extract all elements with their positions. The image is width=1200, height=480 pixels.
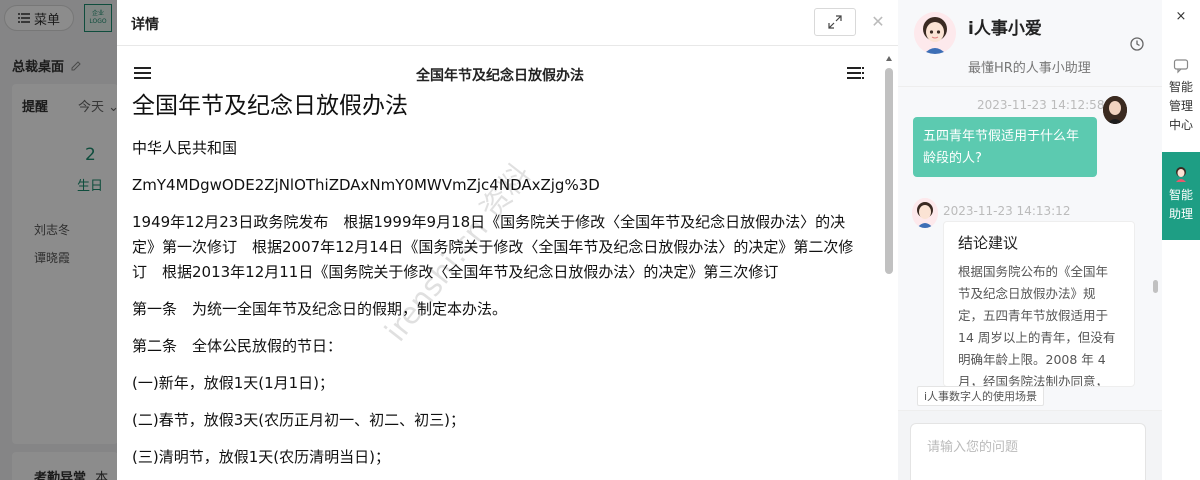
document-scrollbar[interactable] xyxy=(885,56,894,480)
scrollbar-thumb[interactable] xyxy=(885,68,893,274)
document-toolbar: 全国年节及纪念日放假办法 xyxy=(117,57,887,91)
rail-item-smart-management[interactable]: 智能管理中心 xyxy=(1162,56,1200,136)
close-icon: ✕ xyxy=(871,11,885,31)
modal-title: 详情 xyxy=(131,17,159,33)
bot-answer-card[interactable]: 结论建议 根据国务院公布的《全国年节及纪念日放假办法》规定，五四青年节放假适用于… xyxy=(943,221,1135,387)
document-paragraph: 中华人民共和国 xyxy=(132,138,238,157)
right-rail: × 智能管理中心 智能助理 xyxy=(1162,0,1200,480)
history-icon[interactable] xyxy=(1129,36,1145,52)
answer-text: 根据国务院公布的《全国年节及纪念日放假办法》规定，五四青年节放假适用于 14 周… xyxy=(958,264,1116,387)
user-message-bubble: 五四青年节假适用于什么年龄段的人? xyxy=(913,117,1097,177)
assistant-avatar-icon xyxy=(914,12,956,54)
assistant-avatar xyxy=(914,12,956,54)
table-of-contents-icon[interactable] xyxy=(846,65,866,81)
message-timestamp: 2023-11-23 14:12:58 xyxy=(977,98,1105,112)
close-icon: × xyxy=(1175,8,1187,24)
scene-tag-chip[interactable]: i人事数字人的使用场景 xyxy=(917,386,1045,406)
document-paragraph: (三)清明节，放假1天(农历清明当日)； xyxy=(132,447,390,466)
assistant-header: i人事小爱 最懂HR的人事小助理 xyxy=(898,0,1162,86)
document-paragraph: 1949年12月23日政务院发布 根据1999年9月18日《国务院关于修改〈全国… xyxy=(132,212,854,281)
document-body[interactable]: 全国年节及纪念日放假办法 中华人民共和国 ZmY4MDgwODE2ZjNlOTh… xyxy=(117,92,883,480)
user-avatar-icon xyxy=(1103,96,1127,124)
rail-item-smart-assistant[interactable]: 智能助理 xyxy=(1162,152,1200,240)
expand-button[interactable] xyxy=(814,8,856,36)
message-timestamp: 2023-11-23 14:13:12 xyxy=(943,204,1071,218)
chat-input[interactable] xyxy=(910,423,1146,480)
close-button[interactable]: ✕ xyxy=(869,11,887,31)
header-divider xyxy=(898,86,1162,87)
modal-header: 详情 ✕ xyxy=(117,0,898,46)
scroll-up-arrow-icon[interactable] xyxy=(886,56,892,61)
document-heading: 全国年节及纪念日放假办法 xyxy=(416,68,584,84)
assistant-avatar-small-icon xyxy=(1176,167,1186,182)
expand-icon xyxy=(828,15,842,29)
rail-item-label: 智能管理中心 xyxy=(1168,80,1193,132)
detail-modal: 详情 ✕ 全国年节及纪念日放假办法 全国年节及纪念日放假办法 中华人民共和国 Z… xyxy=(117,0,898,480)
user-avatar xyxy=(1103,96,1127,124)
document-paragraph: 第二条 全体公民放假的节日： xyxy=(132,336,343,355)
document-paragraph: ZmY4MDgwODE2ZjNlOThiZDAxNmY0MWVmZjc4NDAx… xyxy=(132,175,600,194)
rail-item-label: 智能助理 xyxy=(1168,188,1193,221)
document-title: 全国年节及纪念日放假办法 xyxy=(132,93,408,119)
document-paragraph: 第一条 为统一全国年节及纪念日的假期，制定本办法。 xyxy=(132,299,508,318)
answer-title: 结论建议 xyxy=(958,234,1019,252)
bot-avatar-icon xyxy=(912,198,938,228)
assistant-panel: i人事小爱 最懂HR的人事小助理 2023-11-23 14:12:58 五四青… xyxy=(898,0,1162,480)
bot-avatar xyxy=(912,198,938,228)
chat-scrollbar-thumb[interactable] xyxy=(1153,280,1158,293)
assistant-name: i人事小爱 xyxy=(968,19,1042,39)
document-paragraph: (二)春节，放假3天(农历正月初一、初二、初三)； xyxy=(132,410,465,429)
rail-close-button[interactable]: × xyxy=(1173,8,1189,24)
assistant-subtitle: 最懂HR的人事小助理 xyxy=(968,61,1091,76)
document-paragraph: (一)新年，放假1天(1月1日)； xyxy=(132,373,335,392)
chat-input-area xyxy=(898,410,1162,480)
chat-bubble-icon xyxy=(1173,59,1189,74)
